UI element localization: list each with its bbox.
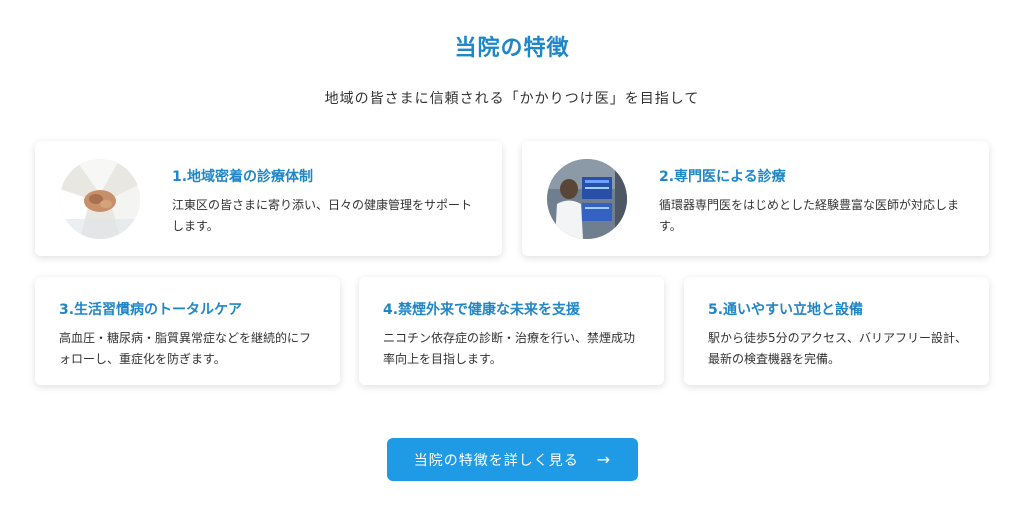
- doctor-monitor-image: [547, 159, 627, 239]
- feature-title: 2.専門医による診療: [659, 169, 786, 185]
- section-subtitle: 地域の皆さまに信頼される「かかりつけ医」を目指して: [324, 91, 700, 107]
- feature-card-community: 1.地域密着の診療体制 江東区の皆さまに寄り添い、日々の健康管理をサポートします…: [35, 141, 502, 256]
- feature-card-smoking: 4.禁煙外来で健康な未来を支援 ニコチン依存症の診断・治療を行い、禁煙成功率向上…: [359, 277, 664, 385]
- feature-description: 高血圧・糖尿病・脂質異常症などを継続的にフォローし、重症化を防ぎます。: [59, 331, 312, 366]
- feature-title: 1.地域密着の診療体制: [172, 169, 314, 185]
- feature-card-specialist: 2.専門医による診療 循環器専門医をはじめとした経験豊富な医師が対応します。: [522, 141, 989, 256]
- feature-description: 駅から徒歩5分のアクセス、バリアフリー設計、最新の検査機器を完備。: [708, 331, 968, 366]
- teamwork-hands-image: [60, 159, 140, 239]
- arrow-right-icon: →: [596, 449, 612, 469]
- feature-description: 循環器専門医をはじめとした経験豊富な医師が対応します。: [659, 198, 960, 233]
- feature-card-access: 5.通いやすい立地と設備 駅から徒歩5分のアクセス、バリアフリー設計、最新の検査…: [684, 277, 989, 385]
- feature-title: 5.通いやすい立地と設備: [708, 302, 864, 318]
- section-title: 当院の特徴: [454, 36, 570, 61]
- feature-description: 江東区の皆さまに寄り添い、日々の健康管理をサポートします。: [172, 198, 473, 233]
- feature-description: ニコチン依存症の診断・治療を行い、禁煙成功率向上を目指します。: [383, 331, 636, 366]
- cta-label: 当院の特徴を詳しく見る: [413, 452, 579, 469]
- feature-title: 3.生活習慣病のトータルケア: [59, 302, 243, 318]
- feature-card-lifestyle: 3.生活習慣病のトータルケア 高血圧・糖尿病・脂質異常症などを継続的にフォローし…: [35, 277, 340, 385]
- see-more-features-button[interactable]: 当院の特徴を詳しく見る →: [387, 438, 638, 481]
- feature-title: 4.禁煙外来で健康な未来を支援: [383, 302, 581, 318]
